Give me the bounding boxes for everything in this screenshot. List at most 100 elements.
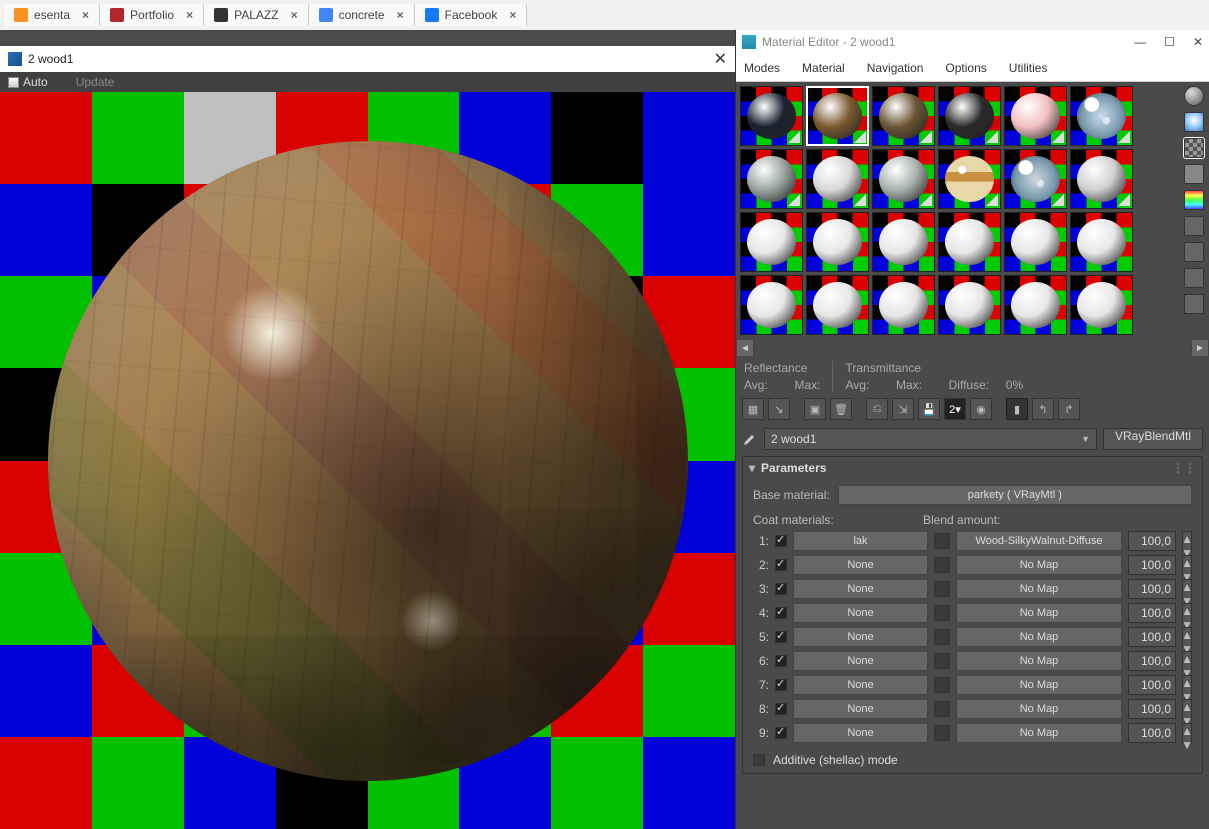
browser-tab[interactable]: concrete× [309,4,415,26]
material-sample-slot[interactable] [806,86,869,146]
coat-enable-checkbox[interactable] [775,631,787,643]
spinner-icon[interactable]: ▲▼ [1182,603,1192,623]
browser-tab[interactable]: Facebook× [415,4,528,26]
go-to-parent-icon[interactable]: ↰ [1032,398,1054,420]
coat-material-slot[interactable]: None [793,651,928,671]
coat-enable-checkbox[interactable] [775,703,787,715]
coat-blend-map-slot[interactable]: No Map [956,579,1122,599]
coat-enable-checkbox[interactable] [775,559,787,571]
show-end-result-icon[interactable]: ▮ [1006,398,1028,420]
browser-tab[interactable]: esenta× [4,4,100,26]
grip-icon[interactable]: ⋮⋮ [1172,461,1196,475]
coat-color-swatch[interactable] [934,557,950,573]
coat-color-swatch[interactable] [934,653,950,669]
sample-sphere-icon[interactable] [1184,86,1204,106]
backlight-icon[interactable] [1184,112,1204,132]
material-sample-slot[interactable] [938,86,1001,146]
coat-blend-amount[interactable]: 100,0 [1128,555,1176,575]
additive-mode-checkbox[interactable] [753,754,765,766]
video-color-check-icon[interactable] [1184,216,1204,236]
minimize-icon[interactable]: — [1134,35,1146,49]
material-sample-slot[interactable] [740,212,803,272]
tab-close-icon[interactable]: × [186,8,193,22]
assign-to-selection-icon[interactable]: ▣ [804,398,826,420]
coat-enable-checkbox[interactable] [775,535,787,547]
material-sample-slot[interactable] [1004,86,1067,146]
material-sample-slot[interactable] [872,212,935,272]
coat-blend-map-slot[interactable]: No Map [956,723,1122,743]
spinner-icon[interactable]: ▲▼ [1182,675,1192,695]
coat-blend-amount[interactable]: 100,0 [1128,675,1176,695]
coat-blend-map-slot[interactable]: No Map [956,699,1122,719]
options-icon[interactable] [1184,242,1204,262]
spinner-icon[interactable]: ▲▼ [1182,531,1192,551]
close-icon[interactable]: ✕ [1193,35,1203,49]
coat-enable-checkbox[interactable] [775,607,787,619]
coat-enable-checkbox[interactable] [775,655,787,667]
tab-close-icon[interactable]: × [397,8,404,22]
material-sample-slot[interactable] [1004,212,1067,272]
menu-options[interactable]: Options [945,61,986,75]
spinner-icon[interactable]: ▲▼ [1182,579,1192,599]
coat-color-swatch[interactable] [934,629,950,645]
material-id-channel-icon[interactable]: 2▾ [944,398,966,420]
maximize-icon[interactable]: ☐ [1164,35,1175,49]
coat-material-slot[interactable]: None [793,555,928,575]
material-sample-slot[interactable] [938,149,1001,209]
put-to-scene-icon[interactable]: ↘ [768,398,790,420]
menu-material[interactable]: Material [802,61,845,75]
coat-material-slot[interactable]: None [793,603,928,623]
coat-material-slot[interactable]: None [793,723,928,743]
material-sample-slot[interactable] [938,275,1001,335]
get-material-icon[interactable]: ▦ [742,398,764,420]
spinner-icon[interactable]: ▲▼ [1182,723,1192,743]
make-unique-icon[interactable]: ⎌ [866,398,888,420]
browser-tab[interactable]: Portfolio× [100,4,204,26]
tab-close-icon[interactable]: × [82,8,89,22]
coat-blend-map-slot[interactable]: No Map [956,675,1122,695]
material-list-icon[interactable] [1184,294,1204,314]
save-icon[interactable]: 💾 [918,398,940,420]
coat-color-swatch[interactable] [934,701,950,717]
eyedropper-icon[interactable] [742,431,758,447]
material-sample-slot[interactable] [806,149,869,209]
coat-color-swatch[interactable] [934,677,950,693]
put-to-library-icon[interactable]: ⇲ [892,398,914,420]
coat-blend-amount[interactable]: 100,0 [1128,531,1176,551]
coat-blend-map-slot[interactable]: No Map [956,627,1122,647]
material-sample-slot[interactable] [938,212,1001,272]
coat-enable-checkbox[interactable] [775,679,787,691]
material-sample-slot[interactable] [1070,149,1133,209]
menu-modes[interactable]: Modes [744,61,780,75]
material-sample-slot[interactable] [872,149,935,209]
material-sample-slot[interactable] [1070,86,1133,146]
spinner-icon[interactable]: ▲▼ [1182,699,1192,719]
scroll-right-icon[interactable]: ► [1191,339,1209,357]
coat-color-swatch[interactable] [934,605,950,621]
rollup-header[interactable]: ▾ Parameters ⋮⋮ [743,457,1202,479]
menu-navigation[interactable]: Navigation [867,61,924,75]
coat-blend-amount[interactable]: 100,0 [1128,603,1176,623]
coat-blend-amount[interactable]: 100,0 [1128,651,1176,671]
coat-blend-amount[interactable]: 100,0 [1128,579,1176,599]
tab-close-icon[interactable]: × [291,8,298,22]
auto-toggle[interactable]: Auto [8,75,48,89]
coat-blend-amount[interactable]: 100,0 [1128,723,1176,743]
material-sample-slot[interactable] [1004,149,1067,209]
menu-utilities[interactable]: Utilities [1009,61,1048,75]
tab-close-icon[interactable]: × [509,8,516,22]
base-material-slot[interactable]: parkety ( VRayMtl ) [838,485,1192,505]
coat-color-swatch[interactable] [934,581,950,597]
material-sample-slot[interactable] [740,149,803,209]
coat-material-slot[interactable]: lak [793,531,928,551]
coat-material-slot[interactable]: None [793,675,928,695]
material-sample-slot[interactable] [1004,275,1067,335]
material-sample-slot[interactable] [1070,212,1133,272]
update-button[interactable]: Update [66,73,125,91]
coat-enable-checkbox[interactable] [775,583,787,595]
coat-material-slot[interactable]: None [793,627,928,647]
coat-blend-map-slot[interactable]: No Map [956,651,1122,671]
spinner-icon[interactable]: ▲▼ [1182,651,1192,671]
spinner-icon[interactable]: ▲▼ [1182,627,1192,647]
material-sample-slot[interactable] [806,212,869,272]
